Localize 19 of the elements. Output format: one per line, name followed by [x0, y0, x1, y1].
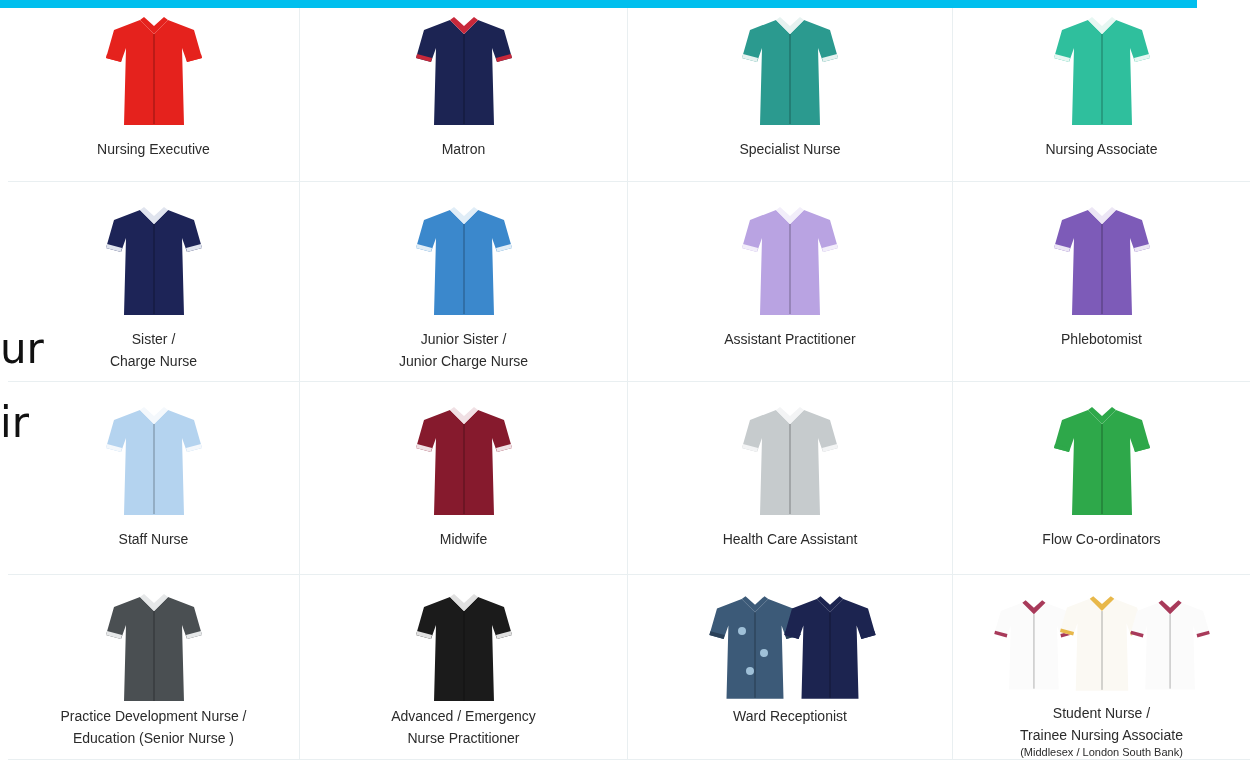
uniform-label: Ward Receptionist	[733, 707, 847, 726]
uniform-label: Phlebotomist	[1061, 330, 1142, 349]
uniform-label: Nursing Associate	[1045, 140, 1158, 159]
heading-text: ir	[0, 402, 29, 444]
uniform-label: Student Nurse / Trainee Nursing Associate	[1020, 704, 1183, 745]
uniform-label: Midwife	[439, 530, 488, 549]
uniform-label: Specialist Nurse	[739, 140, 841, 159]
uniform-label: Health Care Assistant	[722, 530, 858, 549]
uniform-label: Flow Co-ordinators	[1042, 530, 1161, 549]
uniform-label: Nursing Executive	[97, 140, 210, 159]
uniform-label: Advanced / Emergency Nurse Practitioner	[391, 707, 536, 748]
uniform-label: Junior Sister / Junior Charge Nurse	[398, 330, 529, 371]
heading-text: ur	[0, 328, 44, 370]
uniform-label: Matron	[441, 140, 486, 159]
uniform-label: Staff Nurse	[118, 530, 189, 549]
uniform-label: Practice Development Nurse / Education (Senior Nurse )	[60, 707, 247, 748]
uniform-label: Sister / Charge Nurse	[109, 330, 198, 371]
uniform-label: Assistant Practitioner	[724, 330, 856, 349]
uniform-note: (Middlesex / London South Bank)	[1020, 746, 1183, 759]
